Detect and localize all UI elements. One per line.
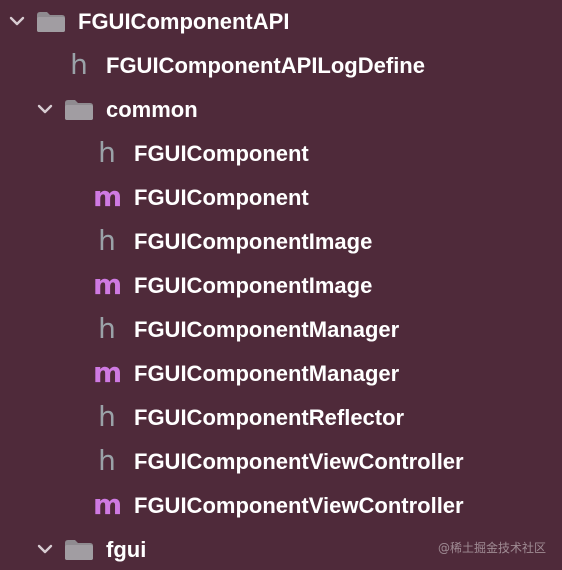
tree-item-label: FGUIComponentManager — [134, 361, 400, 386]
folder-icon — [65, 540, 93, 560]
implementation-file-icon: m — [93, 488, 123, 521]
chevron-down-icon[interactable] — [8, 14, 26, 28]
watermark: @稀土掘金技术社区 — [437, 541, 546, 555]
tree-row-file[interactable]: m FGUIComponent — [0, 178, 562, 218]
tree-item-label: FGUIComponent — [134, 185, 309, 210]
tree-item-label: FGUIComponentAPILogDefine — [106, 53, 425, 78]
header-file-icon: h — [98, 312, 116, 345]
tree-item-label: FGUIComponentViewController — [134, 493, 464, 518]
implementation-file-icon: m — [93, 268, 123, 301]
tree-item-label: FGUIComponentImage — [134, 273, 373, 298]
implementation-file-icon: m — [93, 180, 123, 213]
tree-row-fguicomponentapi[interactable]: FGUIComponentAPI — [0, 2, 562, 42]
header-file-icon: h — [98, 224, 116, 257]
tree-row-file[interactable]: h FGUIComponentManager — [0, 310, 562, 350]
tree-item-label: FGUIComponentImage — [134, 229, 373, 254]
tree-row-file[interactable]: h FGUIComponentReflector — [0, 398, 562, 438]
implementation-file-icon: m — [93, 356, 123, 389]
folder-icon — [37, 12, 65, 32]
tree-item-label: FGUIComponentReflector — [134, 405, 405, 430]
folder-icon — [65, 100, 93, 120]
header-file-icon: h — [98, 444, 116, 477]
tree-item-label: common — [106, 97, 198, 122]
tree-row-file[interactable]: h FGUIComponentViewController — [0, 442, 562, 482]
tree-item-label: FGUIComponentViewController — [134, 449, 464, 474]
tree-row-file[interactable]: h FGUIComponent — [0, 134, 562, 174]
chevron-down-icon[interactable] — [36, 102, 54, 116]
tree-row-log-define[interactable]: h FGUIComponentAPILogDefine — [0, 46, 562, 86]
tree-item-label: FGUIComponent — [134, 141, 309, 166]
header-file-icon: h — [70, 48, 88, 81]
tree-row-file[interactable]: m FGUIComponentViewController — [0, 486, 562, 526]
header-file-icon: h — [98, 400, 116, 433]
tree-row-file[interactable]: m FGUIComponentImage — [0, 266, 562, 306]
tree-item-label: FGUIComponentManager — [134, 317, 400, 342]
header-file-icon: h — [98, 136, 116, 169]
tree-row-common[interactable]: common — [0, 90, 562, 130]
tree-row-file[interactable]: h FGUIComponentImage — [0, 222, 562, 262]
tree-item-label: FGUIComponentAPI — [78, 9, 290, 34]
chevron-down-icon[interactable] — [36, 542, 54, 556]
tree-row-file[interactable]: m FGUIComponentManager — [0, 354, 562, 394]
tree-item-label: fgui — [106, 537, 147, 562]
